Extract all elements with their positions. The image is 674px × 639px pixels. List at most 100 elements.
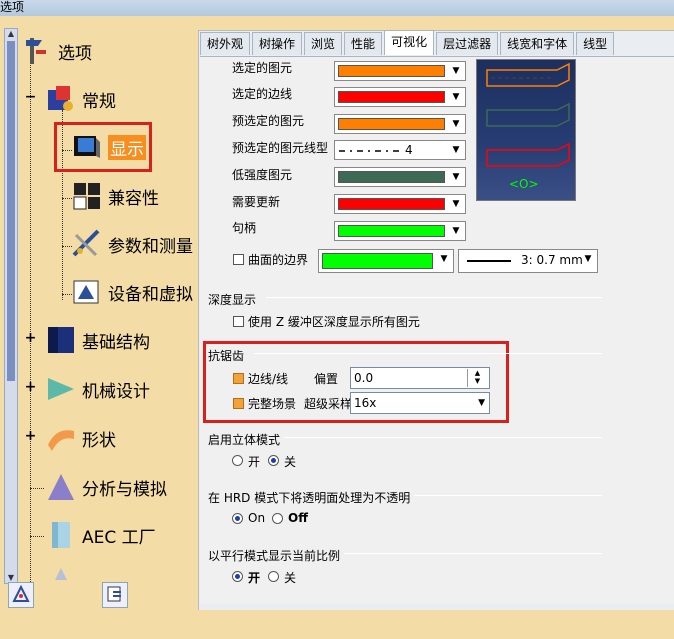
expand-icon[interactable]: + — [24, 429, 37, 444]
tree-item-parameters[interactable]: 参数和测量 — [72, 229, 193, 259]
hrd-on-radio[interactable] — [232, 513, 243, 524]
tab-linewidth-font[interactable]: 线宽和字体 — [500, 32, 575, 55]
tree-item-label: 形状 — [82, 430, 116, 451]
tree-item-label: 设备和虚拟 — [108, 284, 193, 305]
dropdown-arrow-icon: ▼ — [584, 254, 592, 264]
tree-connector — [62, 294, 72, 295]
selected-edge-color[interactable]: ▼ — [334, 87, 466, 107]
offset-input[interactable]: 0.0 ▲ ▼ — [350, 367, 490, 389]
offset-label: 偏置 — [314, 372, 339, 386]
tree-item-shape[interactable]: 形状 — [46, 423, 116, 453]
selected-element-color[interactable]: ▼ — [334, 61, 466, 81]
parallel-off-label: 关 — [284, 571, 297, 585]
parameters-measure-icon — [72, 229, 102, 259]
tree-item-devices[interactable]: 设备和虚拟 — [72, 277, 193, 307]
surface-boundary-color[interactable]: ▼ — [318, 249, 454, 273]
tree-root-label: 选项 — [58, 43, 92, 64]
antialias-section-title: 抗锯齿 — [208, 349, 245, 363]
tab-performance[interactable]: 性能 — [344, 32, 383, 55]
edge-antialias-checkbox[interactable] — [233, 373, 244, 384]
parallel-off-radio[interactable] — [268, 571, 279, 582]
tree-item-display[interactable]: 显示 — [72, 132, 146, 162]
parallel-on-radio[interactable] — [232, 571, 243, 582]
line-width-sample — [467, 260, 511, 262]
dropdown-arrow-icon: ▼ — [452, 119, 460, 129]
aec-plant-icon — [46, 520, 76, 550]
tab-visualization[interactable]: 可视化 — [384, 30, 435, 55]
tab-layer-filter[interactable]: 层过滤器 — [436, 32, 499, 55]
edge-antialias-label: 边线/线 — [248, 372, 289, 386]
export-icon — [105, 584, 125, 607]
window-title: 选项 — [0, 0, 25, 14]
dropdown-arrow-icon: ▼ — [452, 92, 460, 102]
expand-icon[interactable]: + — [24, 380, 37, 395]
tab-tree-appearance[interactable]: 树外观 — [200, 32, 251, 55]
stereo-on-radio[interactable] — [232, 455, 243, 466]
tree-item-mechanical[interactable]: 机械设计 — [46, 374, 150, 404]
stereo-section-title: 启用立体模式 — [208, 433, 281, 447]
zbuffer-checkbox[interactable] — [233, 316, 244, 327]
supersample-select[interactable]: 16x ▼ — [350, 392, 490, 414]
svg-text:<O>: <O> — [509, 177, 539, 191]
devices-vr-icon — [72, 277, 102, 307]
tab-tree-manipulation[interactable]: 树操作 — [252, 32, 303, 55]
surface-boundary-checkbox[interactable] — [233, 254, 244, 265]
tree-item-analysis[interactable]: 分析与模拟 — [46, 472, 167, 502]
dropdown-arrow-icon: ▼ — [478, 398, 485, 408]
tab-navigation[interactable]: 浏览 — [304, 32, 343, 55]
hrd-on-label: On — [248, 511, 266, 525]
handle-color[interactable]: ▼ — [334, 221, 466, 241]
expand-icon[interactable]: + — [24, 331, 37, 346]
infrastructure-icon — [46, 325, 76, 355]
shape-icon — [46, 423, 76, 453]
tree-item-label: 常规 — [82, 91, 116, 112]
parallel-section-title: 以平行模式显示当前比例 — [208, 549, 341, 563]
reset-options-button[interactable] — [8, 582, 34, 608]
hrd-section-title: 在 HRD 模式下将透明面处理为不透明 — [208, 491, 411, 505]
low-intensity-color[interactable]: ▼ — [334, 167, 466, 187]
scene-antialias-checkbox[interactable] — [233, 398, 244, 409]
preselected-linetype-label: 预选定的图元线型 — [232, 141, 329, 155]
tree-root[interactable]: 选项 — [22, 36, 92, 66]
options-tools-icon — [22, 36, 52, 66]
preselected-element-color[interactable]: ▼ — [334, 114, 466, 134]
hrd-off-label: Off — [288, 511, 308, 525]
line-width-value: 3: 0.7 mm — [521, 253, 583, 267]
visualization-content: 选定的图元 ▼ 选定的边线 ▼ 预选定的图元 ▼ 预选定的图元线型 4 ▼ 低强… — [200, 56, 674, 604]
tree-scrollbar[interactable]: ▲ ▼ — [4, 28, 18, 584]
tree-item-label: 基础结构 — [82, 332, 150, 353]
zbuffer-label: 使用 Z 缓冲区深度显示所有图元 — [248, 315, 420, 329]
separator — [254, 353, 602, 354]
tree-item-general[interactable]: 常规 — [46, 84, 116, 114]
tree-connector — [30, 62, 31, 582]
hrd-off-radio[interactable] — [272, 513, 283, 524]
tree-item-infrastructure[interactable]: 基础结构 — [46, 325, 150, 355]
mechanical-design-icon — [46, 374, 76, 404]
offset-spinner[interactable]: ▲ ▼ — [467, 369, 487, 387]
separator — [344, 553, 602, 554]
separator — [414, 495, 602, 496]
tab-linetype[interactable]: 线型 — [576, 32, 615, 55]
stereo-off-radio[interactable] — [268, 455, 279, 466]
export-options-button[interactable] — [102, 582, 128, 608]
scroll-thumb[interactable] — [7, 41, 15, 381]
tree-item-label: 分析与模拟 — [82, 479, 167, 500]
needs-update-label: 需要更新 — [232, 195, 281, 209]
supersample-value: 16x — [354, 396, 377, 410]
needs-update-color[interactable]: ▼ — [334, 194, 466, 214]
scene-antialias-label: 完整场景 — [248, 397, 297, 411]
depth-section-title: 深度显示 — [208, 293, 257, 307]
line-width-select[interactable]: 3: 0.7 mm ▼ — [458, 249, 598, 273]
tree-item-compatibility[interactable]: 兼容性 — [72, 181, 159, 211]
tree-item-partial — [46, 566, 76, 580]
dropdown-arrow-icon: ▼ — [452, 172, 460, 182]
tree-item-label: 兼容性 — [108, 188, 159, 209]
tree-connector — [62, 246, 72, 247]
collapse-icon[interactable]: − — [24, 90, 37, 105]
scroll-up-arrow-icon[interactable]: ▲ — [5, 29, 17, 39]
tree-item-aec[interactable]: AEC 工厂 — [46, 520, 156, 550]
linetype-value: 4 — [405, 143, 413, 157]
dropdown-arrow-icon: ▼ — [452, 226, 460, 236]
preselected-linetype-select[interactable]: 4 ▼ — [334, 140, 466, 160]
tree-item-label: 参数和测量 — [108, 236, 193, 257]
